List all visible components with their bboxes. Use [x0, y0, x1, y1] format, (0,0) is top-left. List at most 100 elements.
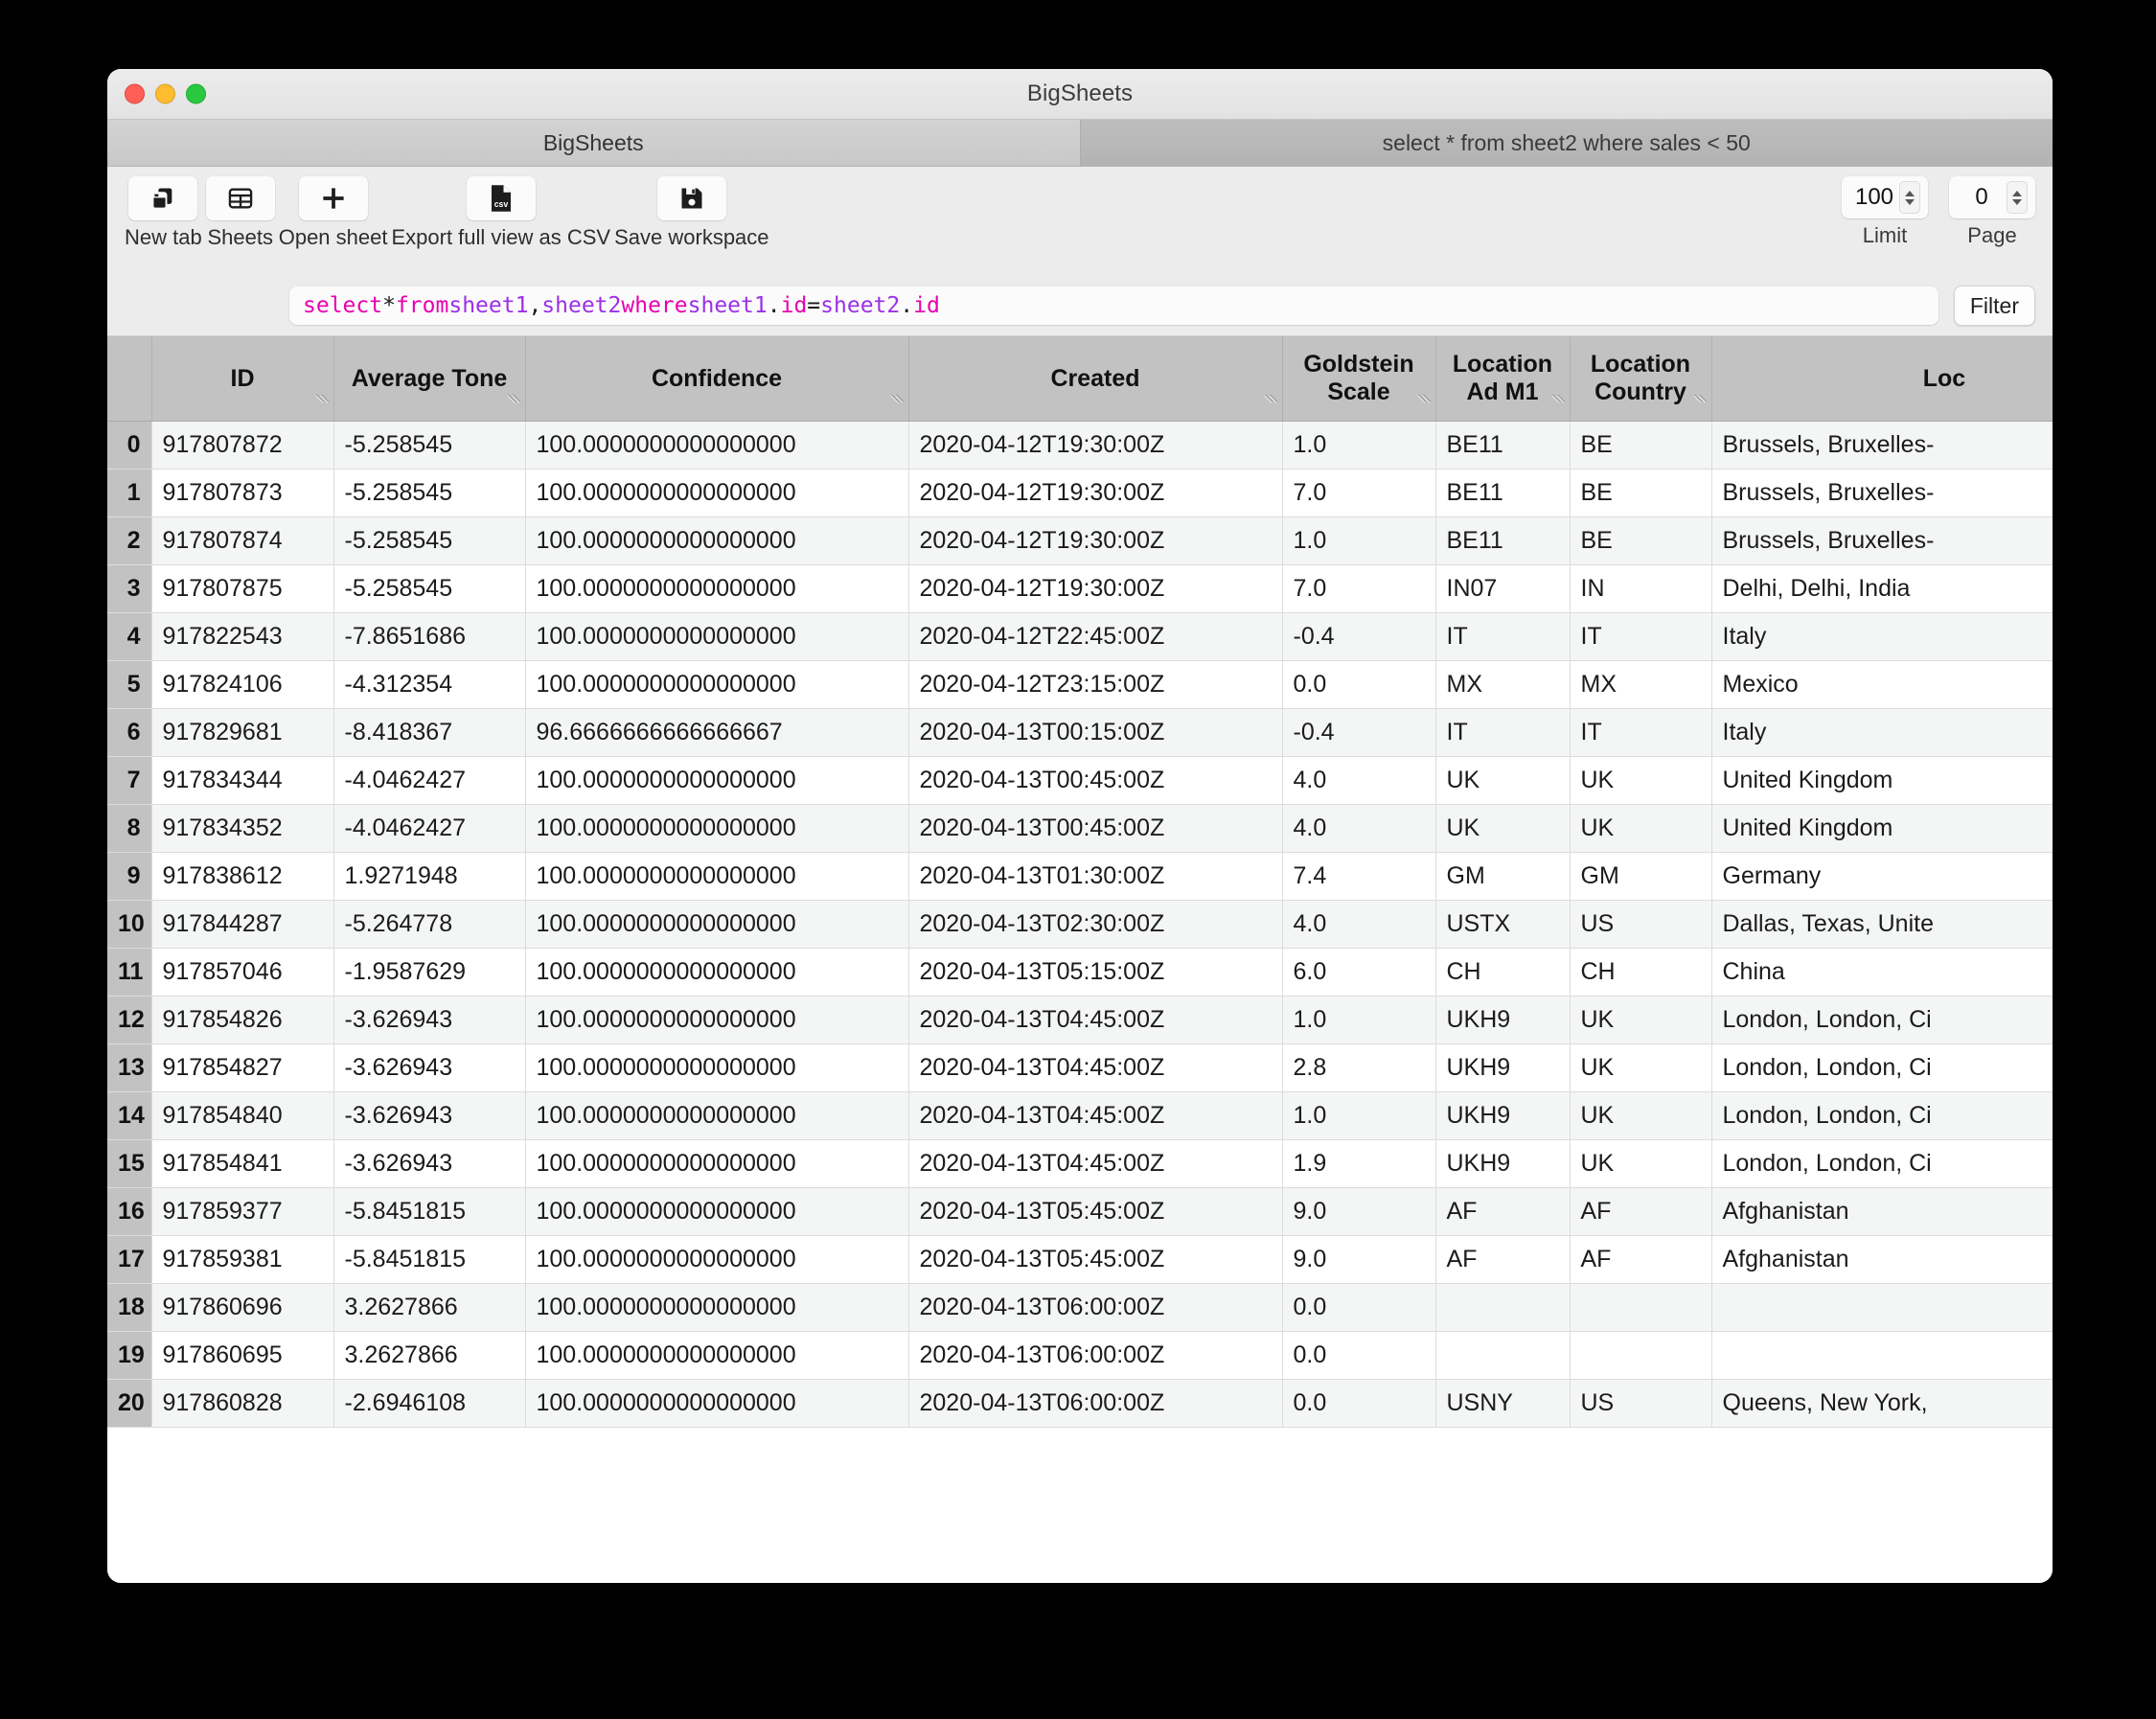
cell-location-adm1[interactable]: BE11	[1435, 421, 1571, 470]
cell-average-tone[interactable]: -5.258545	[333, 516, 526, 565]
cell-created[interactable]: 2020-04-13T00:45:00Z	[908, 804, 1283, 853]
cell-location-name[interactable]: Italy	[1711, 708, 2053, 757]
cell-average-tone[interactable]: 3.2627866	[333, 1283, 526, 1332]
table-row[interactable]: 15 917854841 -3.626943 100.0000000000000000…	[107, 1139, 2053, 1188]
cell-confidence[interactable]: 100.0000000000000000	[525, 1091, 909, 1140]
row-index-header[interactable]: 15	[107, 1139, 152, 1188]
table-row[interactable]: 0 917807872 -5.258545 100.0000000000000000 2…	[107, 421, 2053, 470]
row-index-header[interactable]: 12	[107, 996, 152, 1044]
cell-location-country[interactable]: UK	[1570, 756, 1712, 805]
table-row[interactable]: 6 917829681 -8.418367 96.6666666666666667 20…	[107, 708, 2053, 757]
cell-goldstein-scale[interactable]: 1.0	[1282, 996, 1436, 1044]
cell-average-tone[interactable]: -3.626943	[333, 1139, 526, 1188]
minimize-window-icon[interactable]	[155, 83, 175, 104]
cell-location-name[interactable]: London, London, Ci	[1711, 1139, 2053, 1188]
cell-goldstein-scale[interactable]: 2.8	[1282, 1043, 1436, 1092]
cell-id[interactable]: 917854840	[151, 1091, 334, 1140]
cell-location-country[interactable]: UK	[1570, 996, 1712, 1044]
cell-created[interactable]: 2020-04-12T19:30:00Z	[908, 564, 1283, 613]
cell-created[interactable]: 2020-04-13T00:45:00Z	[908, 756, 1283, 805]
row-index-header[interactable]: 11	[107, 948, 152, 997]
cell-goldstein-scale[interactable]: 1.0	[1282, 1091, 1436, 1140]
cell-location-adm1[interactable]: UKH9	[1435, 1043, 1571, 1092]
open-sheet-button[interactable]: Open sheet	[279, 176, 387, 250]
cell-location-adm1[interactable]: GM	[1435, 852, 1571, 901]
cell-created[interactable]: 2020-04-13T06:00:00Z	[908, 1379, 1283, 1428]
table-row[interactable]: 7 917834344 -4.0462427 100.0000000000000000…	[107, 756, 2053, 805]
cell-goldstein-scale[interactable]: 0.0	[1282, 1379, 1436, 1428]
cell-id[interactable]: 917824106	[151, 660, 334, 709]
cell-confidence[interactable]: 100.0000000000000000	[525, 1187, 909, 1236]
cell-location-country[interactable]: UK	[1570, 1091, 1712, 1140]
cell-average-tone[interactable]: -5.258545	[333, 421, 526, 470]
cell-average-tone[interactable]: -1.9587629	[333, 948, 526, 997]
row-index-header[interactable]: 14	[107, 1091, 152, 1140]
table-row[interactable]: 2 917807874 -5.258545 100.0000000000000000 2…	[107, 516, 2053, 565]
cell-goldstein-scale[interactable]: 1.9	[1282, 1139, 1436, 1188]
cell-confidence[interactable]: 100.0000000000000000	[525, 1235, 909, 1284]
cell-created[interactable]: 2020-04-13T05:45:00Z	[908, 1187, 1283, 1236]
cell-created[interactable]: 2020-04-13T02:30:00Z	[908, 900, 1283, 949]
cell-average-tone[interactable]: -7.8651686	[333, 612, 526, 661]
cell-location-name[interactable]: London, London, Ci	[1711, 1043, 2053, 1092]
cell-id[interactable]: 917807875	[151, 564, 334, 613]
cell-confidence[interactable]: 100.0000000000000000	[525, 900, 909, 949]
export-csv-button[interactable]: csv Export full view as CSV	[391, 176, 610, 250]
cell-location-name[interactable]: United Kingdom	[1711, 756, 2053, 805]
cell-location-adm1[interactable]: USTX	[1435, 900, 1571, 949]
cell-goldstein-scale[interactable]: -0.4	[1282, 612, 1436, 661]
cell-location-country[interactable]: BE	[1570, 421, 1712, 470]
row-index-header[interactable]: 4	[107, 612, 152, 661]
column-header-location-country[interactable]: Location Country	[1570, 336, 1712, 422]
cell-location-name[interactable]: Germany	[1711, 852, 2053, 901]
cell-location-adm1[interactable]	[1435, 1283, 1571, 1332]
cell-created[interactable]: 2020-04-12T19:30:00Z	[908, 421, 1283, 470]
limit-value[interactable]: 100	[1849, 184, 1899, 211]
cell-created[interactable]: 2020-04-12T19:30:00Z	[908, 516, 1283, 565]
column-header-goldstein-scale[interactable]: Goldstein Scale	[1282, 336, 1436, 422]
cell-confidence[interactable]: 100.0000000000000000	[525, 756, 909, 805]
row-index-header[interactable]: 13	[107, 1043, 152, 1092]
page-stepper-arrows[interactable]	[2007, 181, 2028, 214]
tab-query-sheet2[interactable]: select * from sheet2 where sales < 50	[1080, 120, 2053, 166]
cell-average-tone[interactable]: -3.626943	[333, 1091, 526, 1140]
cell-location-name[interactable]	[1711, 1331, 2053, 1380]
row-index-header[interactable]: 17	[107, 1235, 152, 1284]
cell-goldstein-scale[interactable]: 0.0	[1282, 1331, 1436, 1380]
cell-id[interactable]: 917834344	[151, 756, 334, 805]
cell-location-adm1[interactable]: UKH9	[1435, 996, 1571, 1044]
cell-location-name[interactable]: Dallas, Texas, Unite	[1711, 900, 2053, 949]
table-row[interactable]: 16 917859377 -5.8451815 100.000000000000000…	[107, 1187, 2053, 1236]
tab-bigsheets[interactable]: BigSheets	[107, 120, 1081, 166]
cell-average-tone[interactable]: -4.312354	[333, 660, 526, 709]
cell-average-tone[interactable]: -3.626943	[333, 1043, 526, 1092]
cell-confidence[interactable]: 100.0000000000000000	[525, 1043, 909, 1092]
cell-location-country[interactable]: BE	[1570, 469, 1712, 517]
row-index-header[interactable]: 20	[107, 1379, 152, 1428]
cell-location-country[interactable]: IT	[1570, 612, 1712, 661]
cell-location-name[interactable]: Brussels, Bruxelles-	[1711, 421, 2053, 470]
cell-confidence[interactable]: 100.0000000000000000	[525, 1379, 909, 1428]
cell-goldstein-scale[interactable]: -0.4	[1282, 708, 1436, 757]
cell-average-tone[interactable]: -5.8451815	[333, 1235, 526, 1284]
cell-location-country[interactable]: BE	[1570, 516, 1712, 565]
cell-confidence[interactable]: 100.0000000000000000	[525, 516, 909, 565]
cell-location-country[interactable]: AF	[1570, 1235, 1712, 1284]
cell-location-country[interactable]: CH	[1570, 948, 1712, 997]
cell-created[interactable]: 2020-04-12T23:15:00Z	[908, 660, 1283, 709]
cell-location-adm1[interactable]: MX	[1435, 660, 1571, 709]
cell-goldstein-scale[interactable]: 7.4	[1282, 852, 1436, 901]
table-row[interactable]: 3 917807875 -5.258545 100.0000000000000000 2…	[107, 564, 2053, 613]
cell-average-tone[interactable]: -4.0462427	[333, 756, 526, 805]
maximize-window-icon[interactable]	[186, 83, 206, 104]
cell-location-name[interactable]: London, London, Ci	[1711, 996, 2053, 1044]
cell-average-tone[interactable]: 1.9271948	[333, 852, 526, 901]
cell-confidence[interactable]: 100.0000000000000000	[525, 469, 909, 517]
cell-goldstein-scale[interactable]: 7.0	[1282, 564, 1436, 613]
cell-location-adm1[interactable]: UK	[1435, 756, 1571, 805]
cell-location-country[interactable]: UK	[1570, 1139, 1712, 1188]
cell-location-country[interactable]	[1570, 1331, 1712, 1380]
page-value[interactable]: 0	[1957, 184, 2007, 211]
cell-id[interactable]: 917822543	[151, 612, 334, 661]
cell-id[interactable]: 917860695	[151, 1331, 334, 1380]
